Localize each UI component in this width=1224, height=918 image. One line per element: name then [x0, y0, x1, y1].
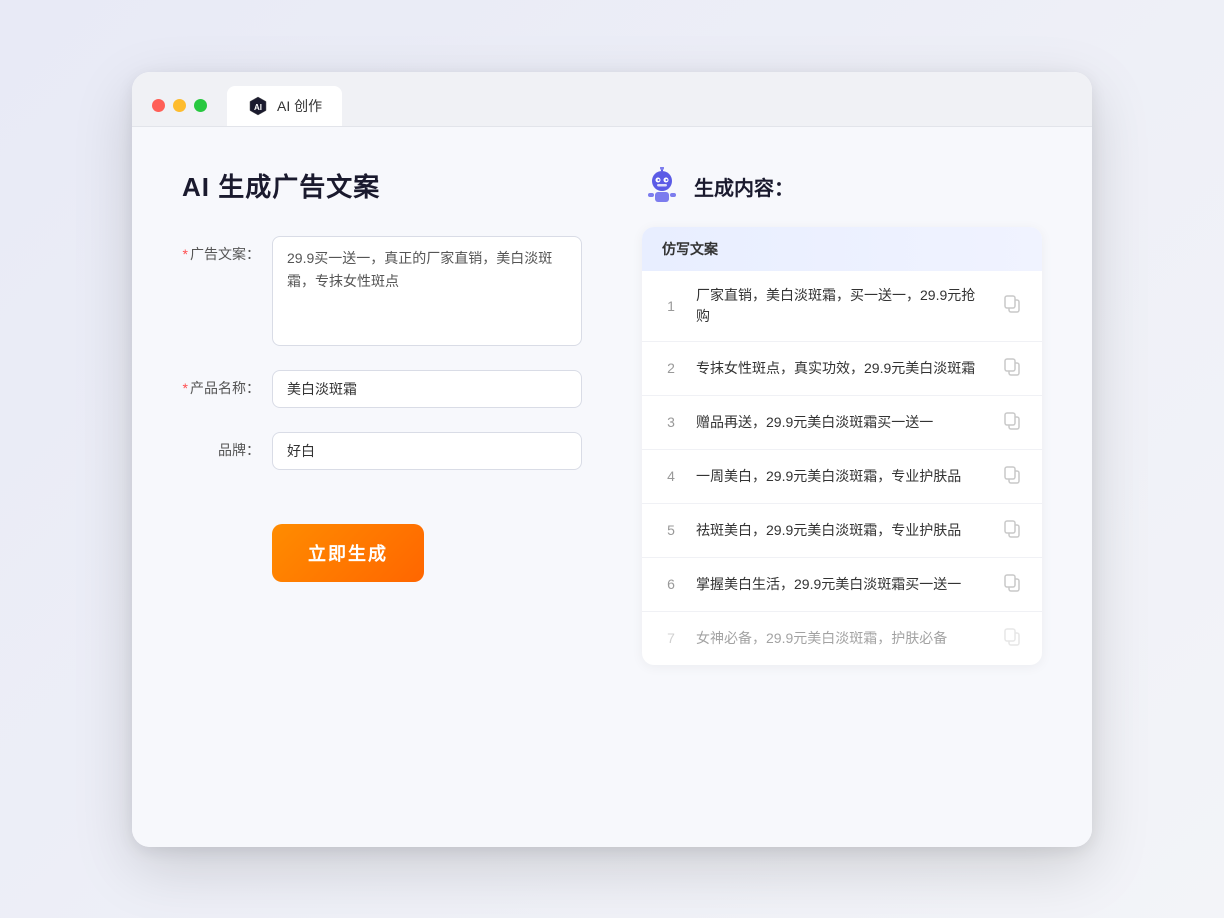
- ad-copy-textarea[interactable]: [272, 236, 582, 346]
- list-item: 2 专抹女性斑点，真实功效，29.9元美白淡斑霜: [642, 342, 1042, 396]
- product-name-label: *产品名称：: [182, 370, 272, 399]
- ad-copy-label: *广告文案：: [182, 236, 272, 265]
- copy-button[interactable]: [1002, 518, 1022, 543]
- browser-window: AI AI 创作 AI 生成广告文案 *广告文案： *产品名称：: [132, 72, 1092, 847]
- right-title: 生成内容：: [694, 172, 794, 201]
- result-number: 1: [662, 298, 680, 314]
- brand-label: 品牌：: [182, 432, 272, 461]
- result-number: 4: [662, 468, 680, 484]
- close-button[interactable]: [152, 99, 165, 112]
- list-item: 1 厂家直销，美白淡斑霜，买一送一，29.9元抢购: [642, 271, 1042, 342]
- copy-button[interactable]: [1002, 293, 1022, 318]
- copy-button[interactable]: [1002, 572, 1022, 597]
- copy-button[interactable]: [1002, 356, 1022, 381]
- traffic-lights: [152, 99, 207, 112]
- results-list: 1 厂家直销，美白淡斑霜，买一送一，29.9元抢购 2 专抹女性斑点，真实功效，29…: [642, 271, 1042, 665]
- list-item: 7 女神必备，29.9元美白淡斑霜，护肤必备: [642, 612, 1042, 665]
- generate-button[interactable]: 立即生成: [272, 524, 424, 582]
- required-mark: *: [183, 246, 188, 262]
- result-number: 5: [662, 522, 680, 538]
- result-number: 2: [662, 360, 680, 376]
- result-number: 3: [662, 414, 680, 430]
- brand-group: 品牌：: [182, 432, 582, 470]
- left-panel: AI 生成广告文案 *广告文案： *产品名称： 品牌： 立: [182, 167, 582, 797]
- result-number: 7: [662, 630, 680, 646]
- content-area: AI 生成广告文案 *广告文案： *产品名称： 品牌： 立: [132, 127, 1092, 847]
- result-text: 厂家直销，美白淡斑霜，买一送一，29.9元抢购: [696, 285, 986, 327]
- copy-button[interactable]: [1002, 626, 1022, 651]
- product-name-input[interactable]: [272, 370, 582, 408]
- result-text: 祛斑美白，29.9元美白淡斑霜，专业护肤品: [696, 520, 986, 541]
- product-name-group: *产品名称：: [182, 370, 582, 408]
- results-container: 仿写文案 1 厂家直销，美白淡斑霜，买一送一，29.9元抢购 2 专抹女性斑点，真实…: [642, 227, 1042, 665]
- tab-ai-creation[interactable]: AI AI 创作: [227, 86, 342, 126]
- result-text: 赠品再送，29.9元美白淡斑霜买一送一: [696, 412, 986, 433]
- maximize-button[interactable]: [194, 99, 207, 112]
- copy-button[interactable]: [1002, 410, 1022, 435]
- right-header: 生成内容：: [642, 167, 1042, 207]
- right-panel: 生成内容： 仿写文案 1 厂家直销，美白淡斑霜，买一送一，29.9元抢购 2 专抹女…: [642, 167, 1042, 797]
- copy-button[interactable]: [1002, 464, 1022, 489]
- robot-icon: [642, 167, 682, 207]
- results-header: 仿写文案: [642, 227, 1042, 271]
- tab-label: AI 创作: [277, 96, 322, 116]
- required-mark-2: *: [183, 380, 188, 396]
- list-item: 3 赠品再送，29.9元美白淡斑霜买一送一: [642, 396, 1042, 450]
- title-bar: AI AI 创作: [132, 72, 1092, 127]
- result-text: 掌握美白生活，29.9元美白淡斑霜买一送一: [696, 574, 986, 595]
- brand-input[interactable]: [272, 432, 582, 470]
- list-item: 6 掌握美白生活，29.9元美白淡斑霜买一送一: [642, 558, 1042, 612]
- ai-icon: AI: [247, 95, 269, 117]
- minimize-button[interactable]: [173, 99, 186, 112]
- svg-text:AI: AI: [254, 103, 262, 112]
- ad-copy-group: *广告文案：: [182, 236, 582, 346]
- page-title: AI 生成广告文案: [182, 167, 582, 204]
- result-text: 专抹女性斑点，真实功效，29.9元美白淡斑霜: [696, 358, 986, 379]
- result-number: 6: [662, 576, 680, 592]
- result-text: 女神必备，29.9元美白淡斑霜，护肤必备: [696, 628, 986, 649]
- list-item: 5 祛斑美白，29.9元美白淡斑霜，专业护肤品: [642, 504, 1042, 558]
- list-item: 4 一周美白，29.9元美白淡斑霜，专业护肤品: [642, 450, 1042, 504]
- result-text: 一周美白，29.9元美白淡斑霜，专业护肤品: [696, 466, 986, 487]
